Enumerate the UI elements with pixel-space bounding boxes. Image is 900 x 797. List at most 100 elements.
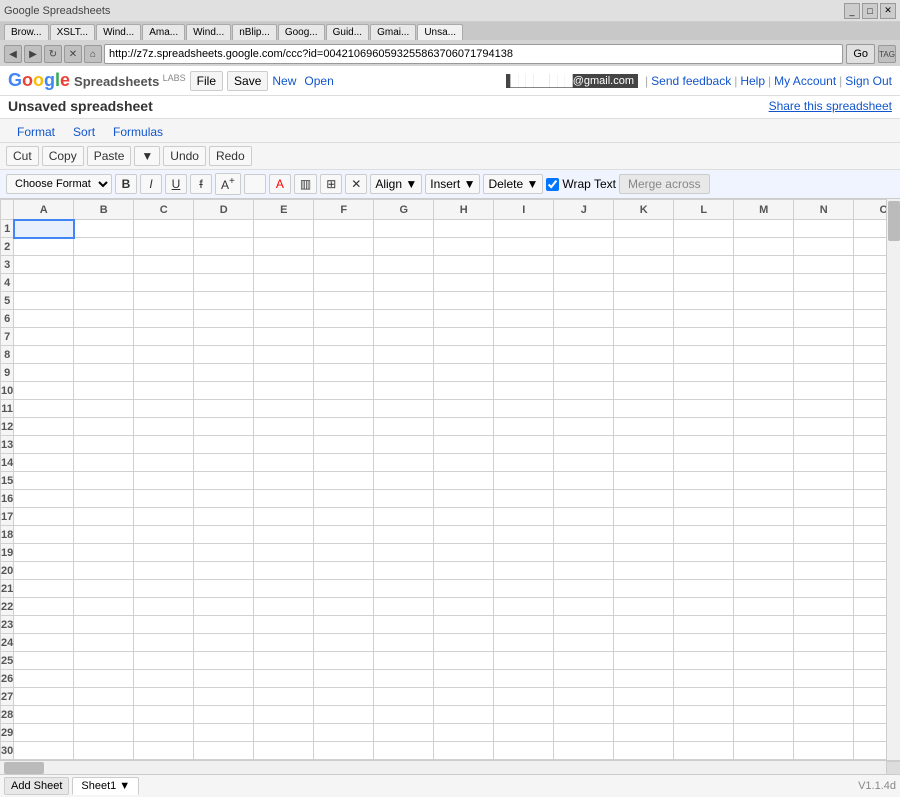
- col-header-M[interactable]: M: [734, 200, 794, 220]
- cell-G28[interactable]: [374, 706, 434, 724]
- cell-A26[interactable]: [14, 670, 74, 688]
- cell-N30[interactable]: [794, 742, 854, 760]
- row-header-9[interactable]: 9: [1, 364, 14, 382]
- cell-B3[interactable]: [74, 256, 134, 274]
- cell-I19[interactable]: [494, 544, 554, 562]
- cell-I29[interactable]: [494, 724, 554, 742]
- cell-A24[interactable]: [14, 634, 74, 652]
- cell-F27[interactable]: [314, 688, 374, 706]
- cell-I18[interactable]: [494, 526, 554, 544]
- maximize-button[interactable]: □: [862, 3, 878, 19]
- cell-C27[interactable]: [134, 688, 194, 706]
- cell-B11[interactable]: [74, 400, 134, 418]
- cell-M2[interactable]: [734, 238, 794, 256]
- cell-G30[interactable]: [374, 742, 434, 760]
- cell-H5[interactable]: [434, 292, 494, 310]
- cell-F5[interactable]: [314, 292, 374, 310]
- cell-E8[interactable]: [254, 346, 314, 364]
- cell-B15[interactable]: [74, 472, 134, 490]
- cell-K13[interactable]: [614, 436, 674, 454]
- cell-N28[interactable]: [794, 706, 854, 724]
- cell-L6[interactable]: [674, 310, 734, 328]
- cell-B12[interactable]: [74, 418, 134, 436]
- cell-A9[interactable]: [14, 364, 74, 382]
- row-header-4[interactable]: 4: [1, 274, 14, 292]
- cell-F14[interactable]: [314, 454, 374, 472]
- cell-G5[interactable]: [374, 292, 434, 310]
- cell-A21[interactable]: [14, 580, 74, 598]
- cell-D23[interactable]: [194, 616, 254, 634]
- cell-J11[interactable]: [554, 400, 614, 418]
- cell-H15[interactable]: [434, 472, 494, 490]
- cell-O15[interactable]: [854, 472, 886, 490]
- cell-B6[interactable]: [74, 310, 134, 328]
- cell-K16[interactable]: [614, 490, 674, 508]
- url-bar[interactable]: [104, 44, 843, 64]
- cell-C30[interactable]: [134, 742, 194, 760]
- cell-E1[interactable]: [254, 220, 314, 238]
- cell-H23[interactable]: [434, 616, 494, 634]
- cell-K17[interactable]: [614, 508, 674, 526]
- cell-A15[interactable]: [14, 472, 74, 490]
- cell-O24[interactable]: [854, 634, 886, 652]
- cell-L19[interactable]: [674, 544, 734, 562]
- cell-H18[interactable]: [434, 526, 494, 544]
- cell-E17[interactable]: [254, 508, 314, 526]
- cell-N4[interactable]: [794, 274, 854, 292]
- cell-B7[interactable]: [74, 328, 134, 346]
- cell-K25[interactable]: [614, 652, 674, 670]
- browser-tab-7[interactable]: Guid...: [326, 24, 369, 40]
- cell-E27[interactable]: [254, 688, 314, 706]
- cell-O3[interactable]: [854, 256, 886, 274]
- cell-E16[interactable]: [254, 490, 314, 508]
- cell-H20[interactable]: [434, 562, 494, 580]
- cell-G21[interactable]: [374, 580, 434, 598]
- cell-A7[interactable]: [14, 328, 74, 346]
- tab-sort[interactable]: Sort: [64, 121, 104, 142]
- cell-K11[interactable]: [614, 400, 674, 418]
- cell-A2[interactable]: [14, 238, 74, 256]
- cell-G2[interactable]: [374, 238, 434, 256]
- cell-N24[interactable]: [794, 634, 854, 652]
- cell-E5[interactable]: [254, 292, 314, 310]
- cell-J27[interactable]: [554, 688, 614, 706]
- cell-H1[interactable]: [434, 220, 494, 238]
- cell-I24[interactable]: [494, 634, 554, 652]
- cell-C25[interactable]: [134, 652, 194, 670]
- cell-M25[interactable]: [734, 652, 794, 670]
- cell-C26[interactable]: [134, 670, 194, 688]
- cell-G11[interactable]: [374, 400, 434, 418]
- cell-H11[interactable]: [434, 400, 494, 418]
- col-header-F[interactable]: F: [314, 200, 374, 220]
- cell-C1[interactable]: [134, 220, 194, 238]
- cell-A18[interactable]: [14, 526, 74, 544]
- cell-H14[interactable]: [434, 454, 494, 472]
- cell-I16[interactable]: [494, 490, 554, 508]
- cell-F18[interactable]: [314, 526, 374, 544]
- browser-tab-8[interactable]: Gmai...: [370, 24, 416, 40]
- cell-M13[interactable]: [734, 436, 794, 454]
- cell-K15[interactable]: [614, 472, 674, 490]
- cell-C14[interactable]: [134, 454, 194, 472]
- cell-H6[interactable]: [434, 310, 494, 328]
- cell-K20[interactable]: [614, 562, 674, 580]
- cell-O19[interactable]: [854, 544, 886, 562]
- cell-A13[interactable]: [14, 436, 74, 454]
- cell-O17[interactable]: [854, 508, 886, 526]
- cell-J16[interactable]: [554, 490, 614, 508]
- cell-N8[interactable]: [794, 346, 854, 364]
- cell-N1[interactable]: [794, 220, 854, 238]
- cell-G13[interactable]: [374, 436, 434, 454]
- cell-L28[interactable]: [674, 706, 734, 724]
- wrap-text-checkbox[interactable]: [546, 178, 559, 191]
- cell-H28[interactable]: [434, 706, 494, 724]
- col-header-E[interactable]: E: [254, 200, 314, 220]
- cell-I25[interactable]: [494, 652, 554, 670]
- cell-O1[interactable]: [854, 220, 886, 238]
- row-header-30[interactable]: 30: [1, 742, 14, 760]
- cell-K12[interactable]: [614, 418, 674, 436]
- paste-button[interactable]: Paste: [87, 146, 132, 166]
- cell-J3[interactable]: [554, 256, 614, 274]
- cell-K30[interactable]: [614, 742, 674, 760]
- cell-H16[interactable]: [434, 490, 494, 508]
